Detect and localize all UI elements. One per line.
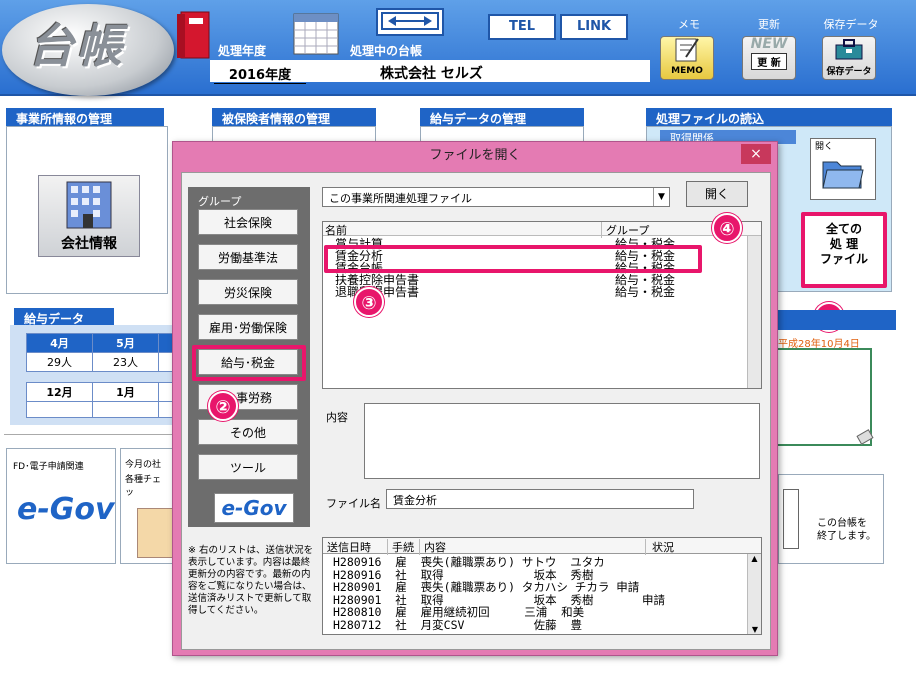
content-label: 内容: [326, 411, 348, 424]
sent-list-row[interactable]: H280901 雇 喪失(離職票あり) タカハシ チカラ 申請: [333, 581, 639, 594]
swap-ledger-button[interactable]: [376, 8, 444, 36]
sent-list-row[interactable]: H280916 雇 喪失(離職票あり) サトウ ユタカ: [333, 556, 605, 569]
group-label: グループ: [198, 195, 242, 208]
file-source-value: この事業所関連処理ファイル: [329, 192, 472, 205]
scroll-up-icon[interactable]: ▲: [748, 554, 761, 563]
fd-panel: FD･電子申請関連 e-Gov: [6, 448, 116, 564]
folder-icon: [822, 161, 864, 189]
close-icon[interactable]: ×: [741, 144, 771, 164]
group-button-employment[interactable]: 雇用･労働保険: [198, 314, 298, 340]
sent-list[interactable]: 送信日時 手続 内容 状況 ▲ ▼ H280916 雇 喪失(離職票あり) サト…: [322, 537, 762, 635]
egov-logo[interactable]: e-Gov: [17, 492, 115, 527]
sent-list-note: ※ 右のリストは、送信状況を表示しています。内容は最終更新分の内容です。最新の内…: [188, 545, 313, 616]
sent-list-row[interactable]: H280810 雇 雇用継続初回 三浦 和美: [333, 606, 584, 619]
group-button-labor-standards[interactable]: 労働基準法: [198, 244, 298, 270]
count-cell: 23人: [92, 352, 159, 372]
toolbox-icon: [835, 39, 863, 60]
app-logo-text: 台帳: [28, 19, 124, 73]
file-list-scrollbar[interactable]: [747, 236, 761, 388]
memo-button[interactable]: MEMO: [660, 36, 714, 80]
update-label: 更新: [758, 18, 780, 31]
file-source-select[interactable]: この事業所関連処理ファイル ▼: [322, 187, 670, 207]
all-files-line1: 全ての: [825, 222, 862, 236]
company-info-button[interactable]: 会社情報: [38, 175, 140, 257]
new-icon-text: NEW: [750, 36, 788, 52]
group-button-workers-comp[interactable]: 労災保険: [198, 279, 298, 305]
company-info-label: 会社情報: [61, 236, 117, 252]
office-building-icon: [66, 181, 112, 229]
memo-icon-text: MEMO: [671, 66, 703, 76]
open-button[interactable]: 開く: [686, 181, 748, 207]
col-name-header[interactable]: 名前: [325, 222, 347, 238]
all-files-line3: ファイル: [819, 252, 868, 266]
col-group-header[interactable]: グループ: [601, 222, 649, 238]
insured-panel: [212, 126, 376, 142]
year-label: 処理年度: [218, 44, 267, 58]
step-badge-4: ④: [712, 213, 742, 243]
group-button-social-insurance[interactable]: 社会保険: [198, 209, 298, 235]
link-button[interactable]: LINK: [560, 14, 628, 40]
sent-col-procedure[interactable]: 手続: [387, 539, 414, 555]
month-cell[interactable]: 5月: [92, 333, 159, 353]
file-highlight-box: [324, 245, 702, 273]
payroll-panel: [420, 126, 584, 142]
exit-text-2: 終了します。: [817, 531, 876, 542]
checklist-icon[interactable]: [137, 508, 175, 558]
month-cell[interactable]: 1月: [92, 382, 159, 402]
open-file-dialog: ファイルを開く × グループ 社会保険 労働基準法 労災保険 雇用･労働保険 給…: [172, 141, 778, 656]
monthly-label-2: 各種チェッ: [125, 475, 162, 498]
file-group-cell[interactable]: 給与・税金: [615, 286, 675, 298]
group-button-other[interactable]: その他: [198, 419, 298, 445]
count-cell: 29人: [26, 352, 93, 372]
filename-field[interactable]: 賃金分析: [386, 489, 694, 509]
open-folder-button[interactable]: 開く: [810, 138, 876, 200]
egov-button[interactable]: e-Gov: [214, 493, 294, 523]
divider: [4, 434, 176, 438]
sent-list-scrollbar[interactable]: ▲ ▼: [747, 554, 761, 634]
monthly-panel: 今月の社 各種チェッ: [120, 448, 175, 564]
tel-button[interactable]: TEL: [488, 14, 556, 40]
sent-col-datetime[interactable]: 送信日時: [327, 539, 371, 555]
file-list-header: [323, 222, 761, 236]
step-badge-2: ②: [208, 391, 238, 421]
fd-label: FD･電子申請関連: [13, 462, 84, 472]
double-arrow-icon: [381, 12, 439, 30]
scroll-down-icon[interactable]: ▼: [748, 625, 762, 634]
dialog-body: グループ 社会保険 労働基準法 労災保険 雇用･労働保険 給与･税金 人事労務 …: [181, 172, 771, 650]
ledger-value: 株式会社 セルズ: [380, 66, 483, 82]
ledger-label: 処理中の台帳: [350, 44, 423, 58]
sent-col-status[interactable]: 状況: [645, 539, 674, 555]
memo-pad-icon: [675, 38, 699, 62]
save-data-label: 保存データ: [823, 18, 879, 31]
exit-panel: この台帳を 終了します。: [778, 474, 884, 564]
all-files-line2: 処 理: [829, 237, 859, 251]
group-button-tools[interactable]: ツール: [198, 454, 298, 480]
month-cell[interactable]: 12月: [26, 382, 93, 402]
monthly-label-1: 今月の社: [125, 460, 162, 470]
memo-label: メモ: [678, 18, 700, 31]
chevron-down-icon[interactable]: ▼: [653, 188, 669, 206]
sent-col-content[interactable]: 内容: [419, 539, 446, 555]
exit-door-icon[interactable]: [783, 489, 799, 549]
update-icon-text: 更 新: [751, 53, 787, 70]
calendar-icon: [293, 13, 339, 55]
content-box: [364, 403, 760, 479]
group-highlight-box: [192, 345, 306, 381]
step-badge-3: ③: [354, 287, 384, 317]
dialog-title: ファイルを開く: [429, 148, 521, 163]
year-value: 2016年度: [214, 64, 306, 84]
month-cell[interactable]: 4月: [26, 333, 93, 353]
ledger-book-icon: [177, 11, 210, 59]
update-button[interactable]: NEW 更 新: [742, 36, 796, 80]
save-data-button[interactable]: 保存データ: [822, 36, 876, 80]
open-folder-label: 開く: [815, 142, 834, 152]
filename-label: ファイル名: [326, 497, 381, 510]
memo-area[interactable]: [778, 348, 872, 446]
all-process-files-button[interactable]: 全ての 処 理 ファイル: [801, 212, 887, 288]
sent-list-row[interactable]: H280712 社 月変CSV 佐藤 豊: [333, 618, 582, 632]
save-icon-text: 保存データ: [826, 67, 872, 77]
date-panel-header: [778, 310, 896, 330]
exit-text-1: この台帳を: [817, 518, 867, 529]
